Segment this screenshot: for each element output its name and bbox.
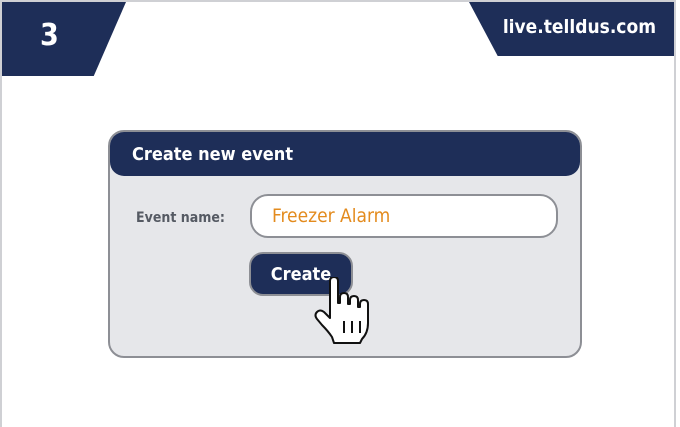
event-name-input[interactable] (250, 194, 558, 238)
dialog-header: Create new event (110, 132, 580, 176)
event-name-label: Event name: (136, 210, 225, 226)
site-url: live.telldus.com (502, 16, 656, 38)
tutorial-frame: 3 live.telldus.com Create new event Even… (0, 0, 676, 427)
hand-pointer-icon (314, 277, 369, 344)
dialog-title: Create new event (132, 144, 294, 165)
site-url-badge: live.telldus.com (469, 2, 674, 56)
step-badge: 3 (2, 2, 126, 76)
step-number: 3 (40, 18, 59, 53)
